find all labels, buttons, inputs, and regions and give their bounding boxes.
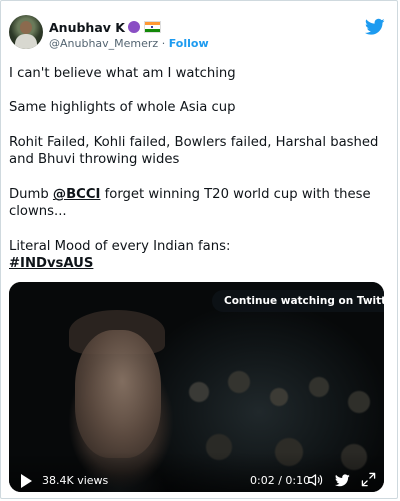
- india-flag-icon: [143, 21, 161, 33]
- twitter-bird-small-icon[interactable]: [335, 474, 350, 487]
- avatar-head: [20, 21, 32, 34]
- continue-watching-button[interactable]: Continue watching on Twitter: [212, 290, 384, 312]
- author-name-row[interactable]: Anubhav K: [49, 19, 161, 35]
- smiling-devil-icon: [127, 21, 140, 33]
- tweet-line-8: #INDvsAUS: [9, 255, 391, 272]
- tweet-card: Anubhav K @Anubhav_Memerz · Follow I can…: [0, 0, 398, 499]
- tweet-line-3: Rohit Failed, Kohli failed, Bowlers fail…: [9, 135, 379, 150]
- tweet-line-7: Literal Mood of every Indian fans:: [9, 239, 231, 254]
- video-person-face: [75, 330, 161, 458]
- author-name[interactable]: Anubhav K: [49, 20, 125, 35]
- follow-button[interactable]: Follow: [169, 37, 209, 50]
- video-player[interactable]: Continue watching on Twitter 38.4K views…: [9, 282, 384, 492]
- avatar[interactable]: [9, 15, 43, 49]
- tweet-line-6: clowns...: [9, 204, 67, 219]
- volume-icon[interactable]: [308, 473, 323, 487]
- video-time: 0:02 / 0:10: [250, 474, 311, 487]
- separator-dot: ·: [161, 37, 166, 50]
- tweet-line-1: I can't believe what am I watching: [9, 66, 236, 81]
- hashtag-indvsaus-link[interactable]: #INDvsAUS: [9, 256, 93, 271]
- view-count: 38.4K views: [42, 474, 109, 487]
- tweet-line-5: Dumb @BCCI forget winning T20 world cup …: [9, 186, 391, 203]
- dumb-prefix: Dumb: [9, 187, 53, 202]
- play-icon[interactable]: [21, 474, 32, 488]
- avatar-body: [15, 34, 37, 49]
- tweet-line-2: Same highlights of whole Asia cup: [9, 100, 236, 115]
- mention-bcci-link[interactable]: @BCCI: [53, 187, 101, 202]
- dumb-suffix: forget winning T20 world cup with these: [100, 187, 371, 202]
- tweet-line-4: and Bhuvi throwing wides: [9, 152, 180, 167]
- expand-icon[interactable]: [361, 472, 376, 487]
- author-handle-row: @Anubhav_Memerz · Follow: [49, 37, 209, 50]
- video-controls: 38.4K views 0:02 / 0:10: [9, 452, 384, 492]
- author-handle[interactable]: @Anubhav_Memerz: [49, 37, 158, 50]
- twitter-bird-icon[interactable]: [365, 18, 385, 36]
